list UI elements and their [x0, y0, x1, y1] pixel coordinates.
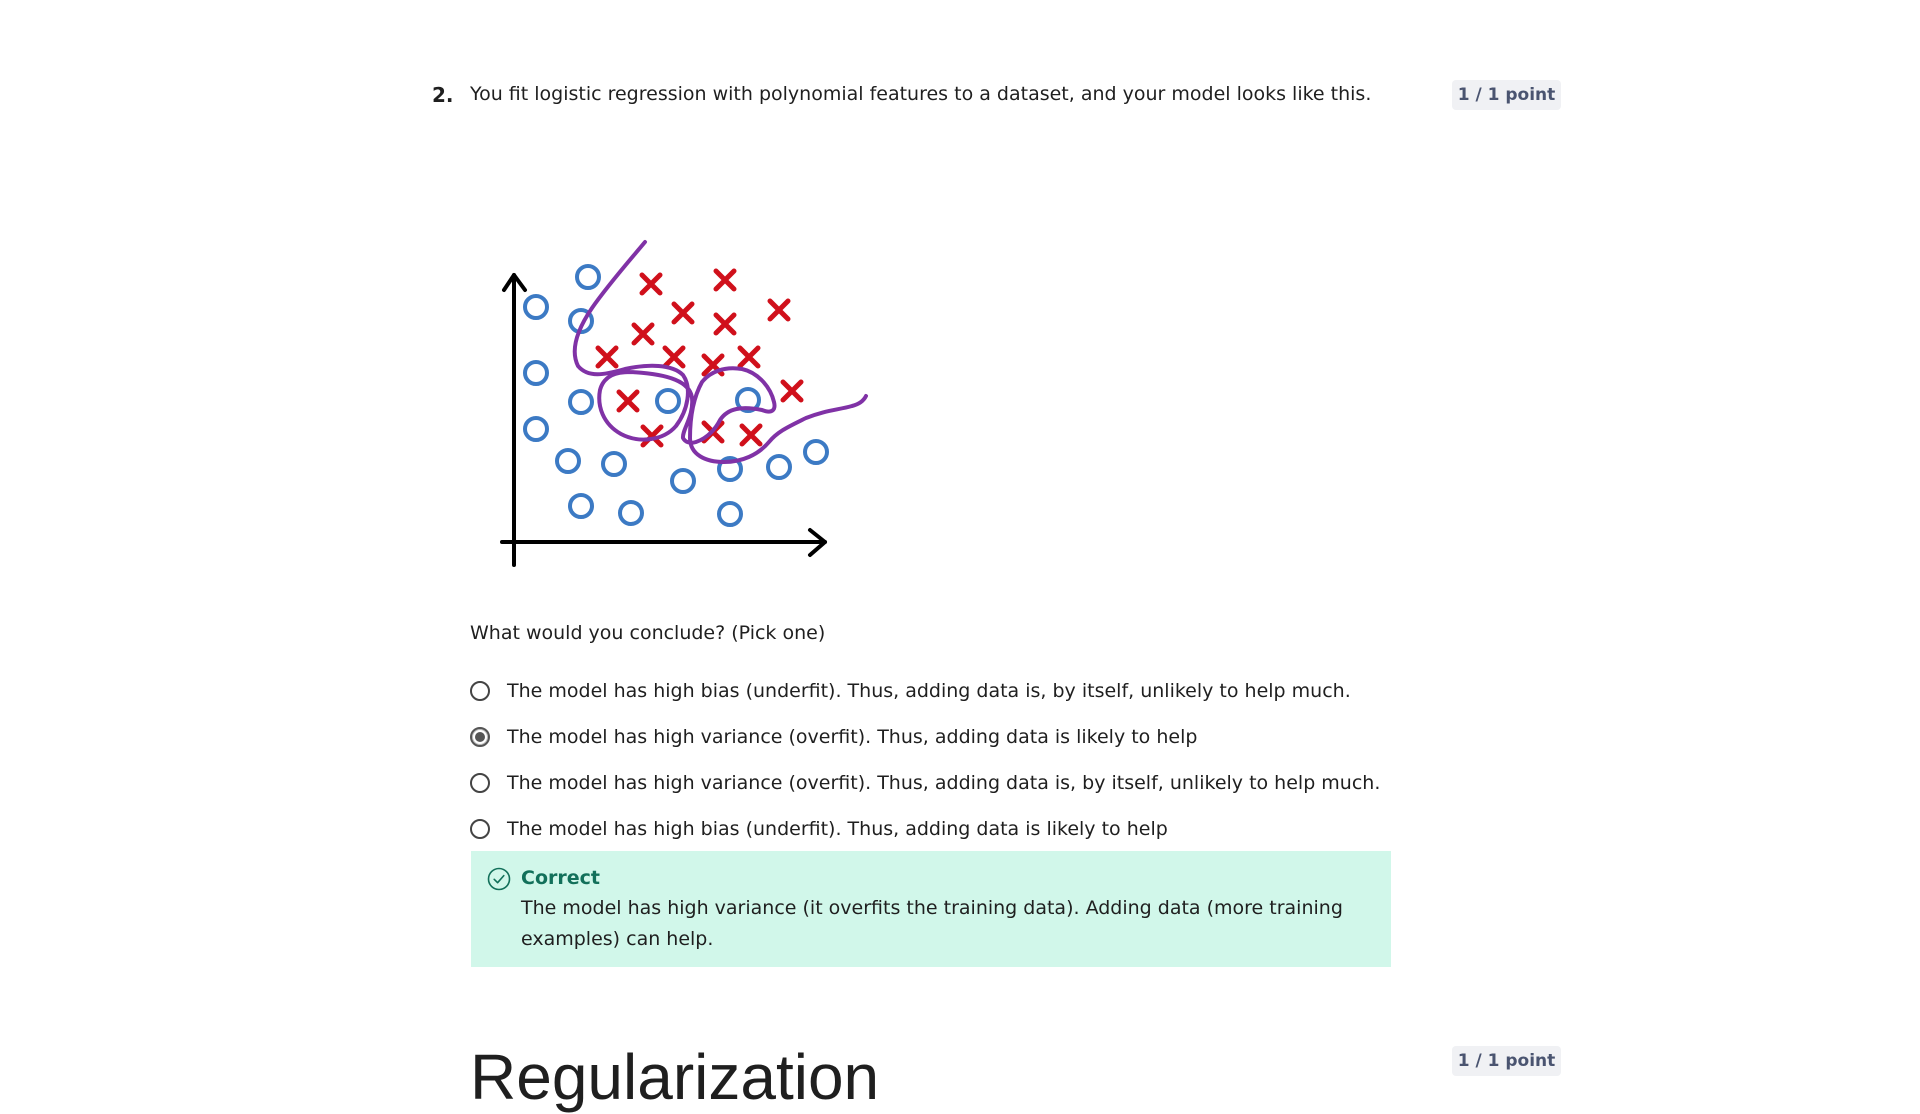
circle-marker — [717, 501, 743, 527]
circle-marker — [670, 468, 696, 494]
question-number: 2. — [432, 83, 454, 107]
x-marker — [767, 298, 791, 322]
x-marker — [713, 268, 737, 292]
answer-option[interactable]: The model has high variance (overfit). T… — [470, 714, 1370, 760]
answer-option[interactable]: The model has high bias (underfit). Thus… — [470, 668, 1370, 714]
question-text: You fit logistic regression with polynom… — [470, 83, 1372, 105]
x-marker — [639, 272, 663, 296]
radio-button[interactable] — [470, 819, 490, 839]
x-marker — [737, 345, 761, 369]
x-marker — [595, 345, 619, 369]
circle-marker — [601, 451, 627, 477]
feedback-status: Correct — [521, 867, 600, 889]
answer-option-label: The model has high bias (underfit). Thus… — [507, 818, 1168, 840]
circle-marker — [555, 448, 581, 474]
circle-marker — [803, 439, 829, 465]
circle-marker — [523, 360, 549, 386]
x-marker — [631, 322, 655, 346]
circle-marker — [568, 389, 594, 415]
points-badge: 1 / 1 point — [1452, 80, 1561, 110]
feedback-message: The model has high variance (it overfits… — [521, 897, 1343, 950]
check-circle-icon — [487, 867, 511, 891]
section-heading: Regularization — [470, 1041, 880, 1113]
points-badge: 1 / 1 point — [1452, 1046, 1561, 1076]
circle-marker — [655, 388, 681, 414]
x-marker — [616, 389, 640, 413]
x-marker — [713, 312, 737, 336]
circle-marker — [575, 264, 601, 290]
feedback-panel: Correct The model has high variance (it … — [471, 851, 1391, 967]
x-marker — [671, 301, 695, 325]
decision-boundary-figure — [500, 240, 868, 567]
x-marker — [780, 379, 804, 403]
circle-marker — [523, 294, 549, 320]
radio-button-selected[interactable] — [470, 727, 490, 747]
x-marker — [662, 345, 686, 369]
x-marker — [739, 423, 763, 447]
answer-option-label: The model has high variance (overfit). T… — [507, 772, 1381, 794]
circle-marker — [523, 416, 549, 442]
answer-option[interactable]: The model has high variance (overfit). T… — [470, 760, 1380, 806]
circle-marker — [618, 500, 644, 526]
answer-option-label: The model has high variance (overfit). T… — [507, 726, 1198, 748]
answer-option-label: The model has high bias (underfit). Thus… — [507, 680, 1351, 702]
radio-button[interactable] — [470, 773, 490, 793]
question-prompt: What would you conclude? (Pick one) — [470, 622, 826, 644]
answer-option[interactable]: The model has high bias (underfit). Thus… — [470, 806, 1370, 852]
circle-marker — [766, 454, 792, 480]
circle-marker — [568, 493, 594, 519]
radio-button[interactable] — [470, 681, 490, 701]
answer-options: The model has high bias (underfit). Thus… — [470, 668, 1380, 852]
axes — [500, 273, 827, 567]
x-markers — [595, 268, 804, 448]
